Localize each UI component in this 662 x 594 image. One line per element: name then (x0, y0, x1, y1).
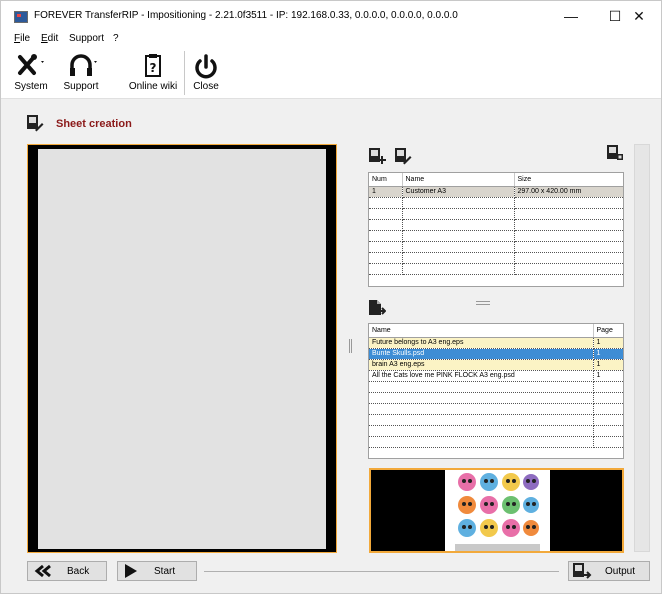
app-icon (14, 11, 28, 23)
table-row[interactable] (369, 230, 623, 242)
menu-support[interactable]: Support (69, 33, 104, 44)
skulls-artwork (455, 473, 540, 551)
table-row[interactable]: All the Cats love me PINK FLOCK A3 eng.p… (369, 370, 623, 382)
table-row[interactable] (369, 425, 623, 437)
output-button[interactable]: Output (568, 561, 650, 581)
file-import-icon (369, 300, 387, 315)
column-header-name[interactable]: Name (369, 324, 594, 338)
splitter-handle[interactable] (349, 339, 352, 353)
output-icon (572, 562, 592, 583)
table-row[interactable]: 1 Customer A3 297.00 x 420.00 mm (369, 186, 623, 198)
add-sheet-button[interactable] (368, 147, 386, 165)
sheet-settings-icon (607, 145, 623, 160)
toolbar: System Support ? Online wiki Close (1, 47, 661, 99)
back-button[interactable]: Back (27, 561, 107, 581)
add-sheet-icon (369, 148, 386, 164)
table-row[interactable]: Bunte Skulls.psd 1 (369, 348, 623, 360)
menu-edit[interactable]: Edit (41, 33, 58, 44)
sheet-preview[interactable] (27, 144, 337, 553)
progress-line (204, 571, 559, 572)
table-row[interactable] (369, 219, 623, 231)
sheets-table[interactable]: Num Name Size 1 Customer A3 297.00 x 420.0… (368, 172, 624, 287)
system-button[interactable]: System (9, 53, 53, 95)
table-row[interactable] (369, 263, 623, 275)
table-row[interactable] (369, 436, 623, 448)
panel-resize-handle[interactable] (476, 301, 490, 305)
column-header-page[interactable]: Page (593, 324, 623, 338)
sheet-canvas[interactable] (38, 149, 326, 549)
edit-sheet-button[interactable] (394, 147, 412, 165)
file-thumbnail[interactable] (369, 468, 624, 553)
menu-help[interactable]: ? (113, 33, 119, 44)
sheet-creation-icon (26, 114, 44, 132)
table-row[interactable] (369, 381, 623, 393)
svg-text:?: ? (150, 61, 157, 75)
tools-icon (9, 53, 53, 81)
online-wiki-button[interactable]: ? Online wiki (125, 53, 181, 95)
minimize-button[interactable]: — (549, 1, 593, 31)
start-button[interactable]: Start (117, 561, 197, 581)
file-import-button[interactable] (368, 299, 387, 317)
support-button[interactable]: Support (59, 53, 103, 95)
headset-icon (59, 53, 103, 81)
thumbnail-sheet (445, 470, 550, 551)
toolbar-separator (184, 51, 185, 95)
menu-file[interactable]: File (14, 33, 30, 44)
play-icon (123, 563, 139, 582)
column-header-name[interactable]: Name (402, 173, 515, 187)
table-row[interactable]: brain A3 eng.eps 1 (369, 359, 623, 371)
table-row[interactable] (369, 403, 623, 415)
table-header: Num Name Size (369, 173, 623, 187)
app-window: FOREVER TransferRIP - Impositioning - 2.… (0, 0, 662, 594)
close-window-button[interactable]: ✕ (617, 1, 661, 31)
sheet-settings-button[interactable] (606, 144, 624, 162)
table-row[interactable] (369, 208, 623, 220)
right-panel-scrollbar[interactable] (634, 144, 650, 552)
window-title: FOREVER TransferRIP - Impositioning - 2.… (34, 10, 458, 21)
column-header-size[interactable]: Size (514, 173, 623, 187)
table-row[interactable] (369, 252, 623, 264)
close-button[interactable]: Close (189, 53, 223, 95)
menu-bar: File Edit Support ? (1, 31, 661, 47)
table-row[interactable] (369, 414, 623, 426)
files-table[interactable]: Name Page Future belongs to A3 eng.eps 1 … (368, 323, 624, 459)
table-row[interactable] (369, 241, 623, 253)
double-chevron-left-icon (33, 564, 55, 581)
table-row[interactable] (369, 197, 623, 209)
table-row[interactable] (369, 392, 623, 404)
clipboard-help-icon: ? (125, 53, 181, 81)
page-title: Sheet creation (56, 118, 132, 130)
column-header-num[interactable]: Num (369, 173, 403, 187)
power-icon (189, 53, 223, 81)
title-bar: FOREVER TransferRIP - Impositioning - 2.… (1, 1, 661, 31)
table-header: Name Page (369, 324, 623, 338)
table-row[interactable]: Future belongs to A3 eng.eps 1 (369, 337, 623, 349)
edit-sheet-icon (395, 148, 412, 165)
